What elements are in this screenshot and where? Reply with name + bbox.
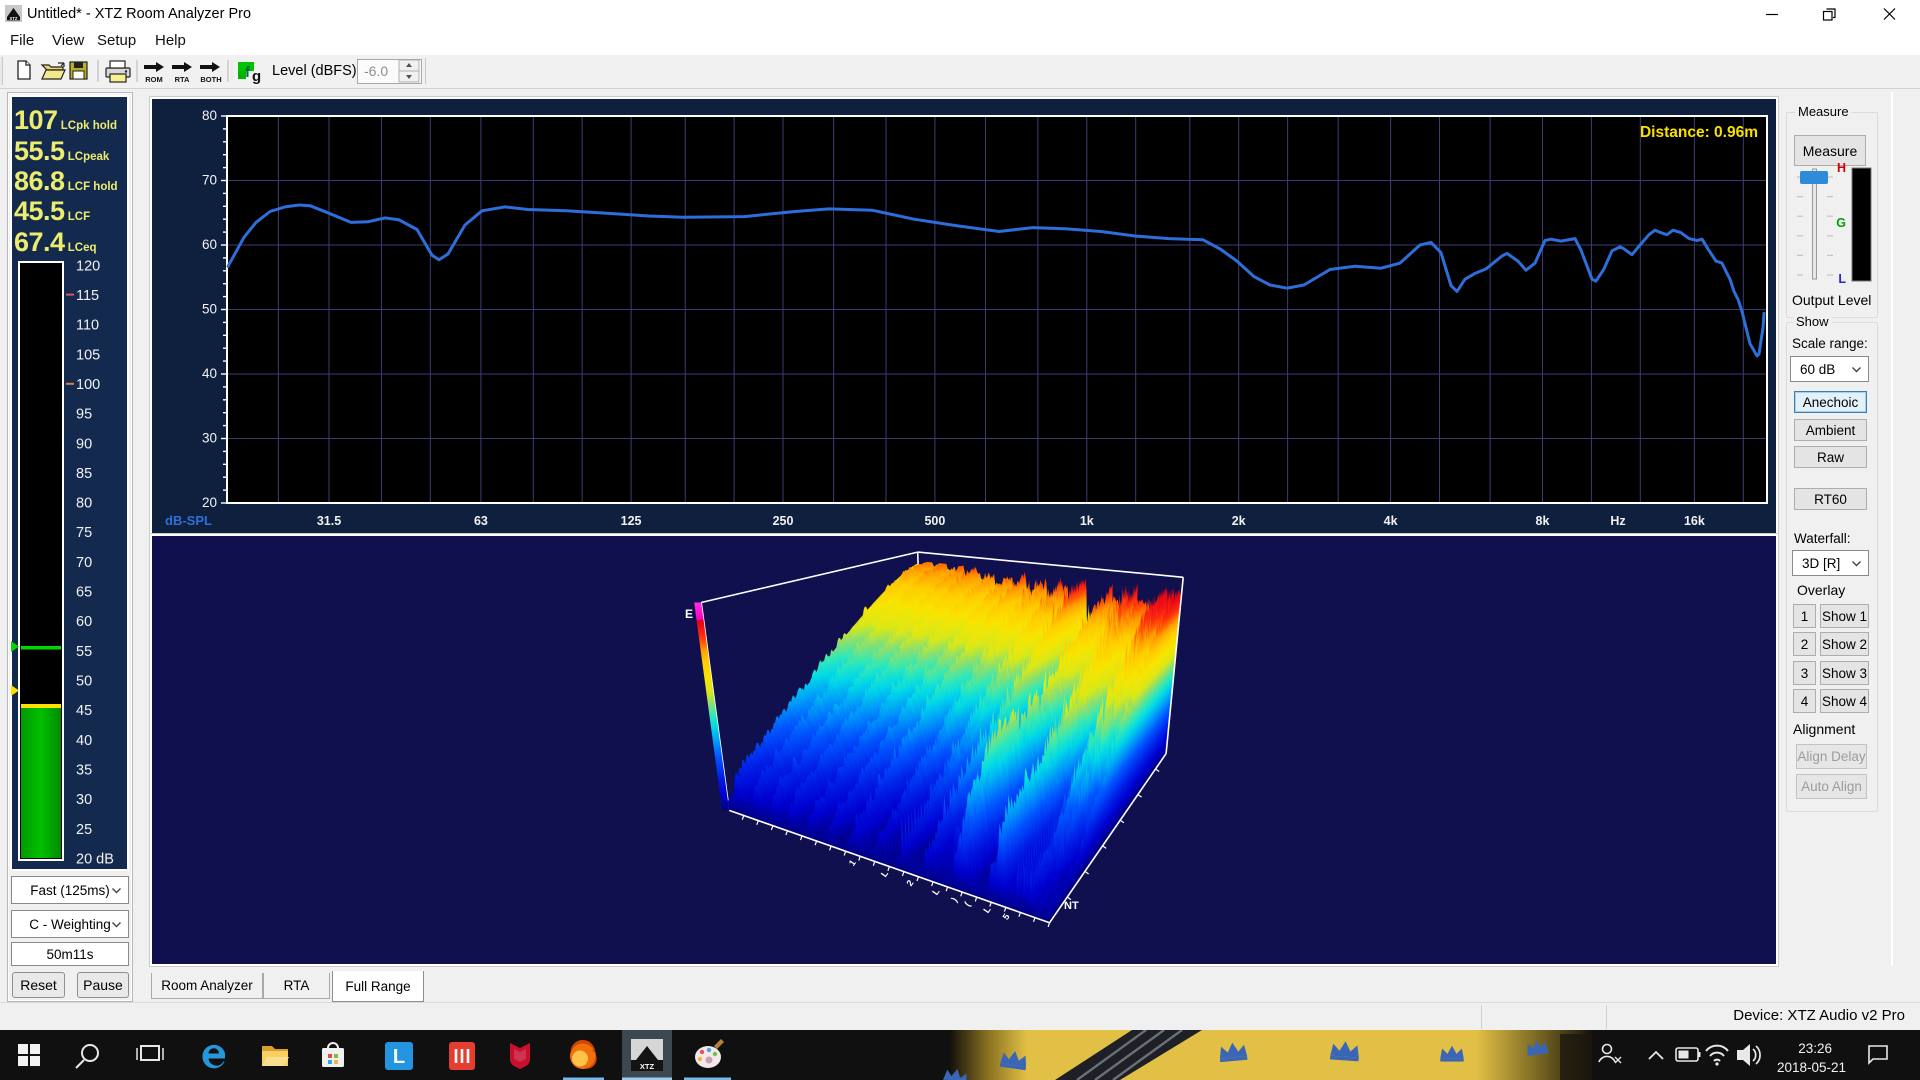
svg-text:Hz: Hz (1610, 514, 1625, 528)
svg-text:2k: 2k (1232, 514, 1246, 528)
svg-text:Distance: 0.96m: Distance: 0.96m (1640, 124, 1758, 141)
svg-text:115: 115 (76, 288, 99, 304)
svg-text:120: 120 (76, 258, 100, 274)
svg-text:8k: 8k (1536, 514, 1550, 528)
svg-text:23:26: 23:26 (1798, 1041, 1832, 1056)
svg-text:E: E (685, 607, 693, 621)
svg-text:30: 30 (76, 792, 92, 808)
svg-text:H: H (1837, 161, 1846, 175)
svg-text:31.5: 31.5 (317, 514, 341, 528)
svg-text:XTZ: XTZ (640, 1062, 655, 1071)
svg-text:63: 63 (474, 514, 488, 528)
svg-text:250: 250 (773, 514, 794, 528)
svg-text:105: 105 (76, 347, 100, 363)
svg-text:75: 75 (76, 525, 92, 541)
svg-text:L: L (1838, 272, 1846, 286)
svg-text:20 dB: 20 dB (76, 851, 114, 867)
svg-text:110: 110 (76, 318, 99, 334)
svg-text:80: 80 (76, 496, 92, 512)
svg-text:90: 90 (76, 436, 92, 452)
svg-text:500: 500 (924, 514, 945, 528)
svg-text:): ) (949, 895, 959, 903)
svg-text:70: 70 (76, 555, 92, 571)
svg-text:55: 55 (76, 644, 92, 660)
svg-text:RTA: RTA (175, 75, 190, 84)
svg-text:40: 40 (76, 733, 92, 749)
svg-text:2018-05-21: 2018-05-21 (1777, 1060, 1846, 1075)
svg-text:4k: 4k (1384, 514, 1398, 528)
svg-text:25: 25 (76, 822, 92, 838)
svg-text:L: L (393, 1046, 405, 1068)
svg-text:L: L (981, 904, 993, 915)
svg-text:G: G (1836, 216, 1846, 230)
svg-text:35: 35 (76, 762, 92, 778)
svg-text:80: 80 (202, 108, 217, 123)
svg-text:45: 45 (76, 703, 92, 719)
svg-text:70: 70 (202, 173, 217, 188)
svg-text:dB-SPL: dB-SPL (165, 513, 212, 528)
svg-text:1: 1 (847, 858, 858, 868)
svg-text:60: 60 (76, 614, 92, 630)
svg-text:5: 5 (1001, 912, 1012, 922)
svg-text:85: 85 (76, 466, 92, 482)
svg-text:20: 20 (202, 495, 217, 510)
svg-text:50: 50 (76, 674, 92, 690)
svg-text:L: L (930, 886, 942, 897)
svg-text:NT: NT (1064, 900, 1079, 912)
svg-text:95: 95 (76, 407, 92, 423)
svg-text:XTZ: XTZ (10, 16, 18, 21)
svg-text:16k: 16k (1684, 514, 1705, 528)
svg-text:40: 40 (202, 366, 217, 381)
svg-text:100: 100 (76, 377, 100, 393)
svg-text:1k: 1k (1080, 514, 1094, 528)
svg-text:125: 125 (621, 514, 642, 528)
svg-text:BOTH: BOTH (200, 75, 221, 84)
svg-text:g: g (252, 68, 261, 85)
svg-text:65: 65 (76, 585, 92, 601)
svg-text:ROM: ROM (145, 75, 163, 84)
svg-text:60: 60 (202, 237, 217, 252)
svg-text:2: 2 (904, 878, 915, 888)
svg-text:(: ( (962, 900, 972, 908)
svg-text:50: 50 (202, 302, 217, 317)
svg-text:30: 30 (202, 431, 217, 446)
